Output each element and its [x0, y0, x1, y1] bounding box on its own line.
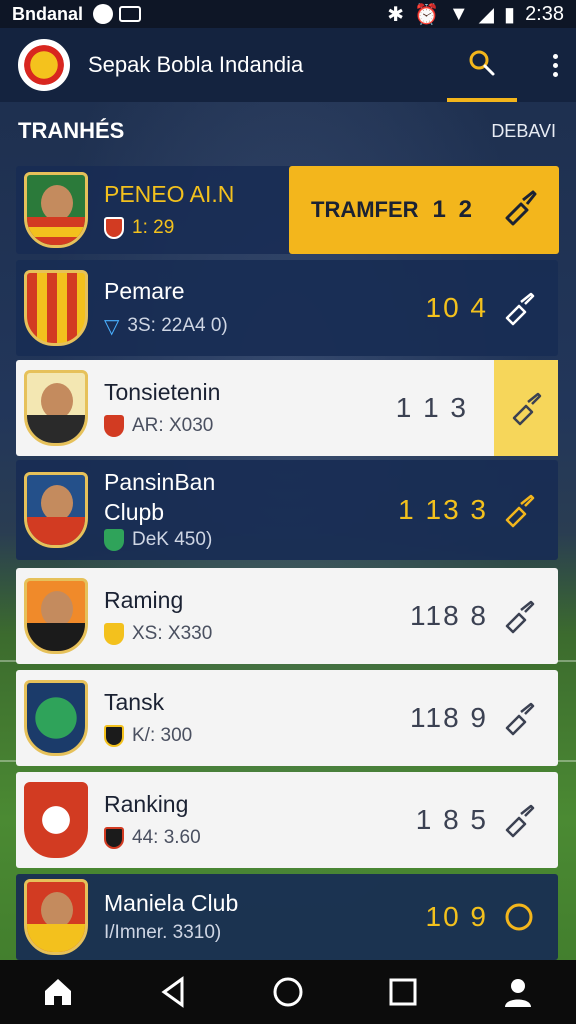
message-icon	[119, 6, 142, 22]
row-name: Pemare	[104, 277, 185, 304]
status-bar: Bndanal ✱ ⏰ ▼ ◢ ▮ 2:38	[0, 0, 576, 28]
list-item[interactable]: Raming XS: X330 118 8	[16, 568, 558, 664]
shield-icon	[104, 415, 124, 437]
list-item[interactable]: Ranking 44: 3.60 1 8 5	[16, 772, 558, 868]
row-score: 1 13 3	[398, 494, 488, 525]
row-meta: AR: X030	[132, 415, 214, 436]
club-crest	[24, 680, 88, 756]
list-item[interactable]: Tansk K/: 300 118 9	[16, 670, 558, 766]
row-meta: K/: 300	[132, 725, 193, 746]
transfer-icon[interactable]	[501, 802, 537, 838]
row-name-line2: Clupb	[104, 499, 165, 525]
row-name: Ranking	[104, 791, 189, 817]
clock: 2:38	[525, 2, 564, 25]
row-meta: 3S: 22A4 0)	[127, 315, 228, 336]
transfer-icon[interactable]	[501, 700, 537, 736]
shield-icon	[104, 827, 124, 849]
search-button[interactable]	[447, 28, 517, 102]
row-name: Tonsietenin	[104, 379, 221, 405]
app-bar: Sepak Bobla Indandia	[0, 28, 576, 102]
wifi-icon: ▼	[448, 2, 469, 25]
transfer-icon[interactable]	[501, 492, 537, 528]
more-vert-icon[interactable]	[553, 53, 558, 77]
transfer-button[interactable]: TRAMFER 1 2	[289, 166, 559, 254]
home-icon[interactable]	[41, 975, 75, 1009]
shield-icon	[104, 725, 124, 747]
club-logo[interactable]	[18, 39, 70, 91]
row-score: 118 8	[410, 600, 488, 631]
player-crest	[24, 172, 88, 248]
row-meta: 44: 3.60	[132, 827, 201, 848]
player-crest	[24, 578, 88, 654]
row-score: 118 9	[410, 702, 488, 733]
check-shield-icon: ▽	[104, 315, 120, 338]
row-meta: I/Imner. 3310)	[104, 922, 222, 943]
player-crest	[24, 879, 88, 955]
row-name: Maniela Club	[104, 890, 239, 916]
transfer-icon[interactable]	[501, 598, 537, 634]
section-title: TRANHÉS	[18, 118, 125, 143]
notification-icon	[93, 4, 114, 24]
signal-icon: ◢	[478, 3, 495, 26]
player-crest	[24, 472, 88, 548]
shield-icon	[104, 623, 124, 645]
badge-icon[interactable]	[501, 899, 537, 935]
list-item[interactable]: Tonsietenin AR: X030 1 1 3	[16, 360, 558, 456]
row-name: PENEO AI.N	[104, 181, 235, 207]
battery-icon: ▮	[504, 3, 516, 26]
row-meta: 1: 29	[132, 217, 175, 238]
row-name: Tansk	[104, 689, 165, 715]
transfer-icon	[512, 392, 542, 426]
row-score: 1 8 5	[415, 804, 488, 835]
row-meta: XS: X330	[132, 623, 213, 644]
club-crest	[24, 782, 88, 858]
system-nav-bar	[0, 960, 576, 1024]
alarm-icon: ⏰	[413, 3, 439, 26]
row-meta: DeK 450)	[132, 529, 213, 550]
transfer-label: TRAMFER	[311, 197, 419, 222]
recents-icon[interactable]	[386, 975, 420, 1009]
row-name: Raming	[104, 587, 184, 613]
search-icon	[469, 50, 495, 76]
transfer-icon[interactable]	[501, 290, 537, 326]
app-title: Sepak Bobla Indandia	[88, 52, 304, 77]
shield-icon	[104, 217, 124, 239]
transfer-action[interactable]	[494, 360, 558, 456]
list-item[interactable]: Maniela Club I/Imner. 3310) 10 9	[16, 874, 558, 960]
transfer-icon	[505, 190, 537, 226]
club-crest	[24, 270, 88, 346]
row-score: 10 4	[425, 292, 488, 323]
list-item[interactable]: PansinBan Clupb DeK 450) 1 13 3	[16, 460, 558, 560]
section-header: TRANHÉS DEBAVI	[18, 118, 556, 144]
back-icon[interactable]	[156, 975, 190, 1009]
bluetooth-icon: ✱	[387, 3, 404, 26]
list-item[interactable]: Pemare ▽ 3S: 22A4 0) 10 4	[16, 260, 558, 356]
section-action-link[interactable]: DEBAVI	[491, 121, 556, 142]
carrier-label: Bndanal	[12, 3, 84, 24]
row-score: 10 9	[425, 901, 488, 932]
player-crest	[24, 370, 88, 446]
row-name: PansinBan	[104, 469, 216, 495]
transfer-count: 1 2	[432, 196, 475, 223]
shield-icon	[104, 529, 124, 551]
row-score: 1 1 3	[395, 392, 468, 423]
profile-icon[interactable]	[501, 975, 535, 1009]
home-circle-icon[interactable]	[271, 975, 305, 1009]
